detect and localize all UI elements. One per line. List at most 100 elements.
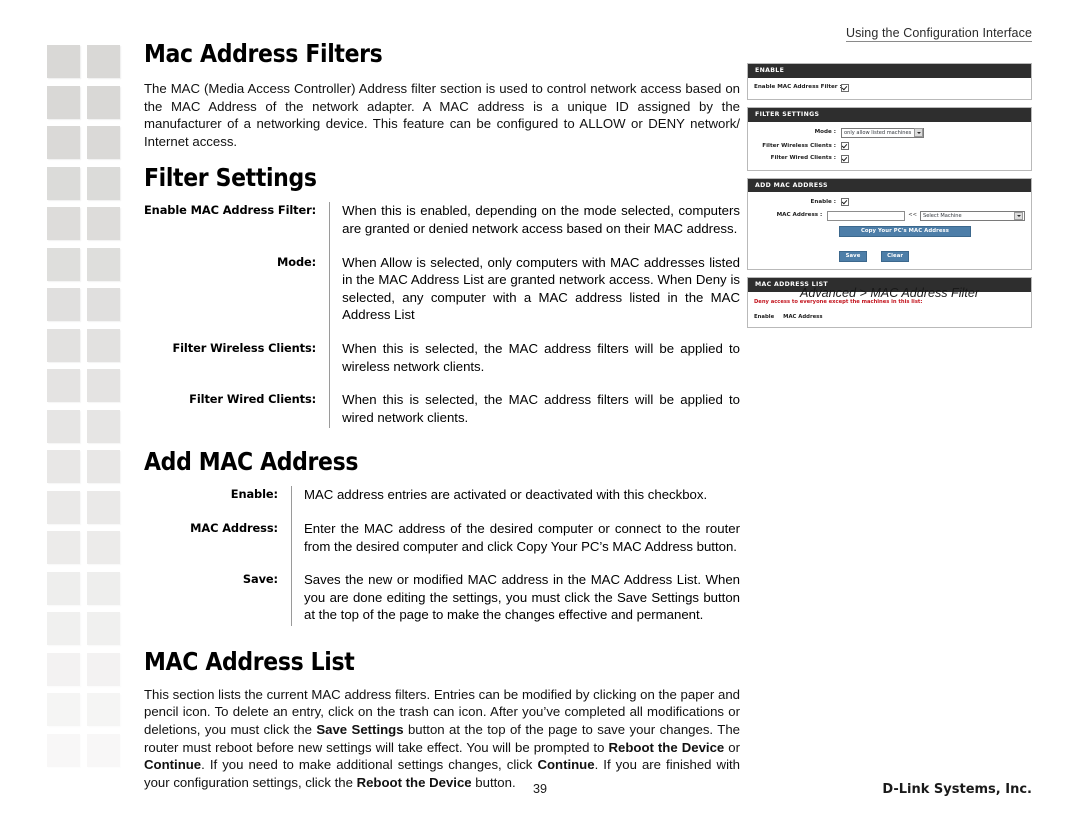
- panel-enable: ENABLE Enable MAC Address Filter :: [747, 63, 1032, 100]
- decorative-square: [87, 531, 120, 564]
- column-header-enable: Enable: [754, 313, 775, 320]
- definition-description: When Allow is selected, only computers w…: [342, 254, 740, 323]
- emphasis-text: Continue: [537, 757, 595, 773]
- mode-select-value: only allow listed machines: [844, 129, 912, 136]
- definition-row: Filter Wired Clients: When this is selec…: [144, 391, 740, 429]
- panel-mac-address-list: MAC ADDRESS LIST Deny access to everyone…: [747, 276, 1032, 328]
- definition-row: MAC Address: Enter the MAC address of th…: [144, 519, 740, 572]
- decorative-square: [47, 571, 80, 605]
- filter-wireless-clients-checkbox[interactable]: [841, 142, 849, 151]
- filter-wireless-clients-label: Filter Wireless Clients :: [762, 142, 836, 149]
- definition-row: Save: Saves the new or modified MAC addr…: [144, 571, 740, 626]
- definition-term: Filter Wireless Clients:: [144, 339, 331, 392]
- body-text: or: [724, 739, 741, 755]
- decorative-square: [87, 288, 120, 321]
- mac-address-list-paragraph: This section lists the current MAC addre…: [144, 686, 740, 792]
- field-row-enable: Enable :: [754, 198, 1025, 207]
- footer-brand: D-Link Systems, Inc.: [882, 782, 1032, 797]
- page-title: Mac Address Filters: [144, 39, 383, 68]
- decorative-square: [87, 328, 120, 362]
- section-heading-mac-address-list: MAC Address List: [144, 646, 355, 676]
- definition-row: Enable MAC Address Filter: When this is …: [144, 202, 740, 254]
- decorative-square: [87, 45, 120, 78]
- definition-row: Filter Wireless Clients: When this is se…: [144, 339, 740, 392]
- definition-term: Filter Wired Clients:: [144, 391, 331, 429]
- definition-list-filter-settings: Enable MAC Address Filter: When this is …: [144, 202, 740, 429]
- panel-filter-settings: FILTER SETTINGS Mode : only allow listed…: [747, 106, 1032, 171]
- definition-description: Saves the new or modified MAC address in…: [304, 572, 740, 623]
- enable-checkbox[interactable]: [841, 198, 849, 207]
- copy-pc-mac-address-button[interactable]: Copy Your PC's MAC Address: [839, 225, 971, 237]
- decorative-square: [47, 531, 80, 564]
- select-machine-select[interactable]: Select Machine: [920, 210, 1025, 221]
- chevron-down-icon: [914, 128, 924, 137]
- filter-wired-clients-checkbox[interactable]: [841, 154, 849, 163]
- decorative-square: [47, 166, 80, 200]
- decorative-square: [47, 693, 80, 726]
- enable-mac-address-filter-checkbox[interactable]: [841, 83, 849, 92]
- decorative-square: [47, 612, 80, 645]
- content-column: Mac Address Filters The MAC (Media Acces…: [144, 40, 740, 805]
- body-text: . If you need to make additional setting…: [201, 757, 538, 773]
- decorative-square: [87, 652, 120, 686]
- field-row-filter-wired-clients: Filter Wired Clients :: [754, 154, 1025, 163]
- definition-term: Mode:: [144, 253, 331, 340]
- panel-add-mac-address: ADD MAC ADDRESS Enable : MAC Address : <…: [747, 177, 1032, 270]
- definition-description: When this is selected, the MAC address f…: [342, 340, 740, 374]
- copy-left-arrows-icon: <<: [908, 212, 917, 219]
- definition-list-add-mac-address: Enable: MAC address entries are activate…: [144, 486, 740, 626]
- panel-add-mac-address-title: ADD MAC ADDRESS: [748, 178, 1031, 193]
- panel-filter-settings-body: Mode : only allow listed machines Filter…: [748, 122, 1031, 170]
- panel-filter-settings-title: FILTER SETTINGS: [748, 107, 1031, 122]
- definition-term: MAC Address:: [144, 519, 292, 572]
- decorative-square: [87, 409, 120, 443]
- intro-paragraph: The MAC (Media Access Controller) Addres…: [144, 81, 740, 149]
- section-heading-add-mac-address: Add MAC Address: [144, 447, 359, 477]
- decorative-square: [87, 693, 120, 726]
- column-header-mac-address: MAC Address: [783, 313, 823, 320]
- mac-address-input[interactable]: [827, 210, 906, 221]
- definition-description: MAC address entries are activated or dea…: [304, 487, 708, 503]
- decorative-square: [47, 126, 80, 159]
- decorative-margin-squares: [47, 45, 127, 785]
- definition-description: When this is enabled, depending on the m…: [342, 203, 740, 236]
- definition-description: Enter the MAC address of the desired com…: [304, 520, 740, 554]
- field-row-enable-mac-address-filter: Enable MAC Address Filter :: [754, 83, 1025, 92]
- save-button[interactable]: Save: [839, 250, 867, 262]
- field-row-mode: Mode : only allow listed machines: [754, 127, 1025, 138]
- decorative-square: [47, 247, 80, 281]
- decorative-square: [47, 450, 80, 483]
- definition-row: Enable: MAC address entries are activate…: [144, 486, 740, 520]
- definition-term: Enable:: [144, 486, 292, 520]
- mac-list-column-headers: Enable MAC Address: [754, 314, 1025, 320]
- decorative-square: [87, 450, 120, 483]
- mac-address-label: MAC Address :: [776, 212, 823, 219]
- enable-mac-address-filter-label: Enable MAC Address Filter :: [754, 84, 842, 91]
- select-machine-value: Select Machine: [923, 212, 962, 219]
- emphasis-text: Continue: [144, 757, 202, 773]
- field-row-mac-address: MAC Address : << Select Machine: [754, 210, 1025, 221]
- add-mac-address-button-row: Save Clear: [839, 242, 1025, 262]
- panel-enable-body: Enable MAC Address Filter :: [748, 78, 1031, 99]
- panel-enable-title: ENABLE: [748, 64, 1031, 78]
- decorative-square: [47, 288, 80, 321]
- field-row-filter-wireless-clients: Filter Wireless Clients :: [754, 142, 1025, 151]
- definition-description: When this is selected, the MAC address f…: [342, 392, 740, 425]
- definition-term: Enable MAC Address Filter:: [144, 202, 331, 254]
- decorative-square: [47, 652, 80, 686]
- mode-label: Mode :: [814, 129, 836, 136]
- emphasis-text: Save Settings: [316, 722, 404, 738]
- clear-button[interactable]: Clear: [881, 250, 910, 262]
- decorative-square: [47, 369, 80, 402]
- decorative-square: [87, 166, 120, 200]
- decorative-square: [47, 409, 80, 443]
- emphasis-text: Reboot the Device: [608, 739, 725, 755]
- decorative-square: [87, 490, 120, 524]
- decorative-square: [87, 207, 120, 240]
- filter-wired-clients-label: Filter Wired Clients :: [770, 155, 836, 162]
- definition-term: Save:: [144, 571, 292, 626]
- mode-select[interactable]: only allow listed machines: [841, 127, 924, 138]
- decorative-square: [87, 369, 120, 402]
- running-head: Using the Configuration Interface: [845, 26, 1032, 42]
- decorative-square: [47, 45, 80, 78]
